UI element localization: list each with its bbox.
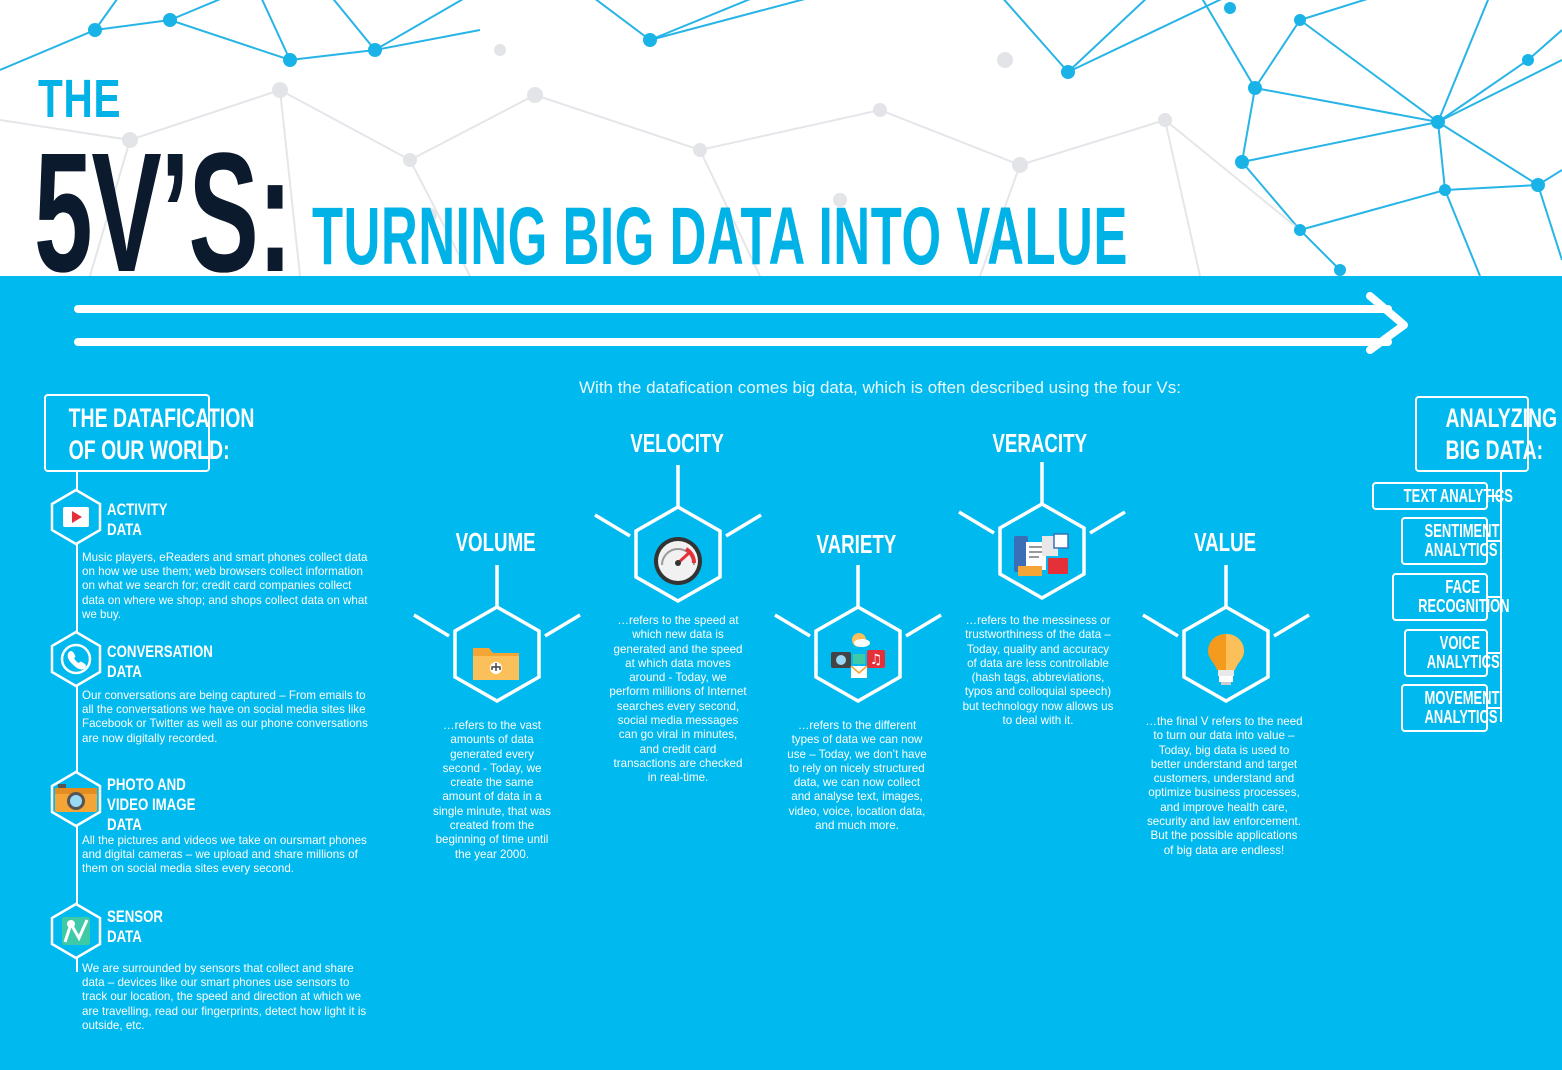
source-text-photo: All the pictures and videos we take on o…	[82, 834, 367, 876]
datafication-heading: THE DATAFICATION OF OUR WORLD:	[44, 394, 254, 472]
connector	[1488, 707, 1502, 709]
header-banner: THE 5V’S: TURNING BIG DATA INTO VALUE	[0, 0, 1562, 276]
v-title-value: VALUE	[1193, 527, 1257, 557]
analytics-item-text: TEXT ANALYTICS	[1372, 482, 1513, 510]
v-text-velocity: …refers to the speed at which new data i…	[609, 614, 747, 785]
media-types-icon: ♫	[831, 633, 885, 678]
v-title-variety: VARIETY	[816, 529, 896, 559]
source-title-activity: ACTIVITY DATA	[107, 500, 168, 539]
source-text-sensor: We are surrounded by sensors that collec…	[82, 962, 367, 1032]
folder-icon	[473, 648, 519, 680]
v-title-volume: VOLUME	[455, 527, 537, 557]
analyzing-heading: ANALYZING BIG DATA:	[1415, 396, 1557, 472]
v-text-value: …the final V refers to the need to turn …	[1145, 715, 1303, 857]
intro-text: With the datafication comes big data, wh…	[579, 378, 1181, 397]
camera-icon	[50, 770, 102, 828]
source-title-conversation: CONVERSATION DATA	[107, 642, 213, 681]
v-text-volume: …refers to the vast amounts of data gene…	[433, 719, 551, 861]
source-title-photo: PHOTO AND VIDEO IMAGE DATA	[107, 775, 196, 834]
source-text-activity: Music players, eReaders and smart phones…	[82, 551, 368, 621]
v-text-veracity: …refers to the messiness or trustworthin…	[962, 614, 1114, 728]
svg-text:♫: ♫	[870, 652, 883, 668]
connector	[1488, 540, 1502, 542]
arrow-right-icon	[74, 292, 1408, 354]
title-five-vs: 5V’S:	[34, 118, 293, 276]
lightbulb-icon	[1208, 634, 1244, 685]
play-icon	[50, 488, 102, 546]
map-pin-icon	[50, 902, 102, 960]
page-title: TURNING BIG DATA INTO VALUE	[312, 191, 1129, 277]
documents-icon	[1014, 533, 1069, 576]
hexagon-volume	[413, 565, 581, 704]
divider	[76, 472, 78, 972]
source-text-conversation: Our conversations are being captured – F…	[82, 689, 368, 745]
source-title-sensor: SENSOR DATA	[107, 907, 164, 946]
v-title-veracity: VERACITY	[992, 428, 1088, 458]
analytics-item-voice: VOICE ANALYTICS	[1404, 629, 1500, 677]
v-text-variety: …refers to the different types of data w…	[787, 719, 927, 833]
v-title-velocity: VELOCITY	[630, 428, 724, 458]
speedometer-icon	[654, 537, 702, 585]
analytics-item-face: FACE RECOGNITION	[1392, 573, 1510, 621]
connector	[1488, 652, 1502, 654]
analytics-item-sentiment: SENTIMENT ANALYTICS	[1401, 517, 1499, 565]
phone-icon	[50, 630, 102, 688]
connector	[1488, 495, 1502, 497]
connector	[1488, 596, 1502, 598]
analytics-item-movement: MOVEMENT ANALYTICS	[1401, 684, 1499, 732]
